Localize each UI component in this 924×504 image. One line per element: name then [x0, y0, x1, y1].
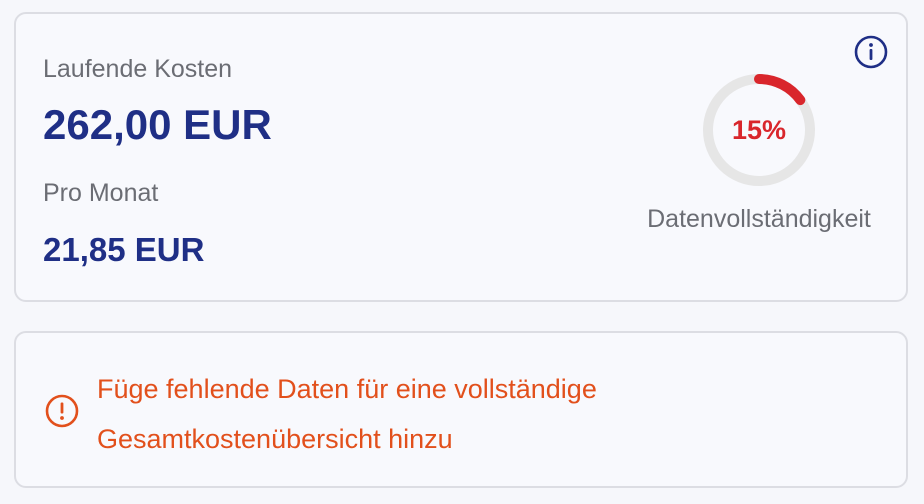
info-icon[interactable]: [853, 34, 889, 70]
cost-summary-card: Laufende Kosten 262,00 EUR Pro Monat 21,…: [14, 12, 908, 302]
monthly-costs-value: 21,85 EUR: [43, 231, 205, 268]
running-costs-value: 262,00 EUR: [43, 101, 272, 148]
exclamation-circle-icon: [45, 394, 79, 428]
monthly-costs-label: Pro Monat: [43, 179, 159, 207]
missing-data-message: Füge fehlende Daten für eine vollständig…: [97, 374, 597, 454]
running-costs-label: Laufende Kosten: [43, 55, 233, 83]
completeness-caption: Datenvollständigkeit: [647, 205, 871, 233]
completeness-percent: 15%: [731, 114, 787, 145]
missing-data-alert[interactable]: Füge fehlende Daten für eine vollständig…: [14, 331, 908, 488]
